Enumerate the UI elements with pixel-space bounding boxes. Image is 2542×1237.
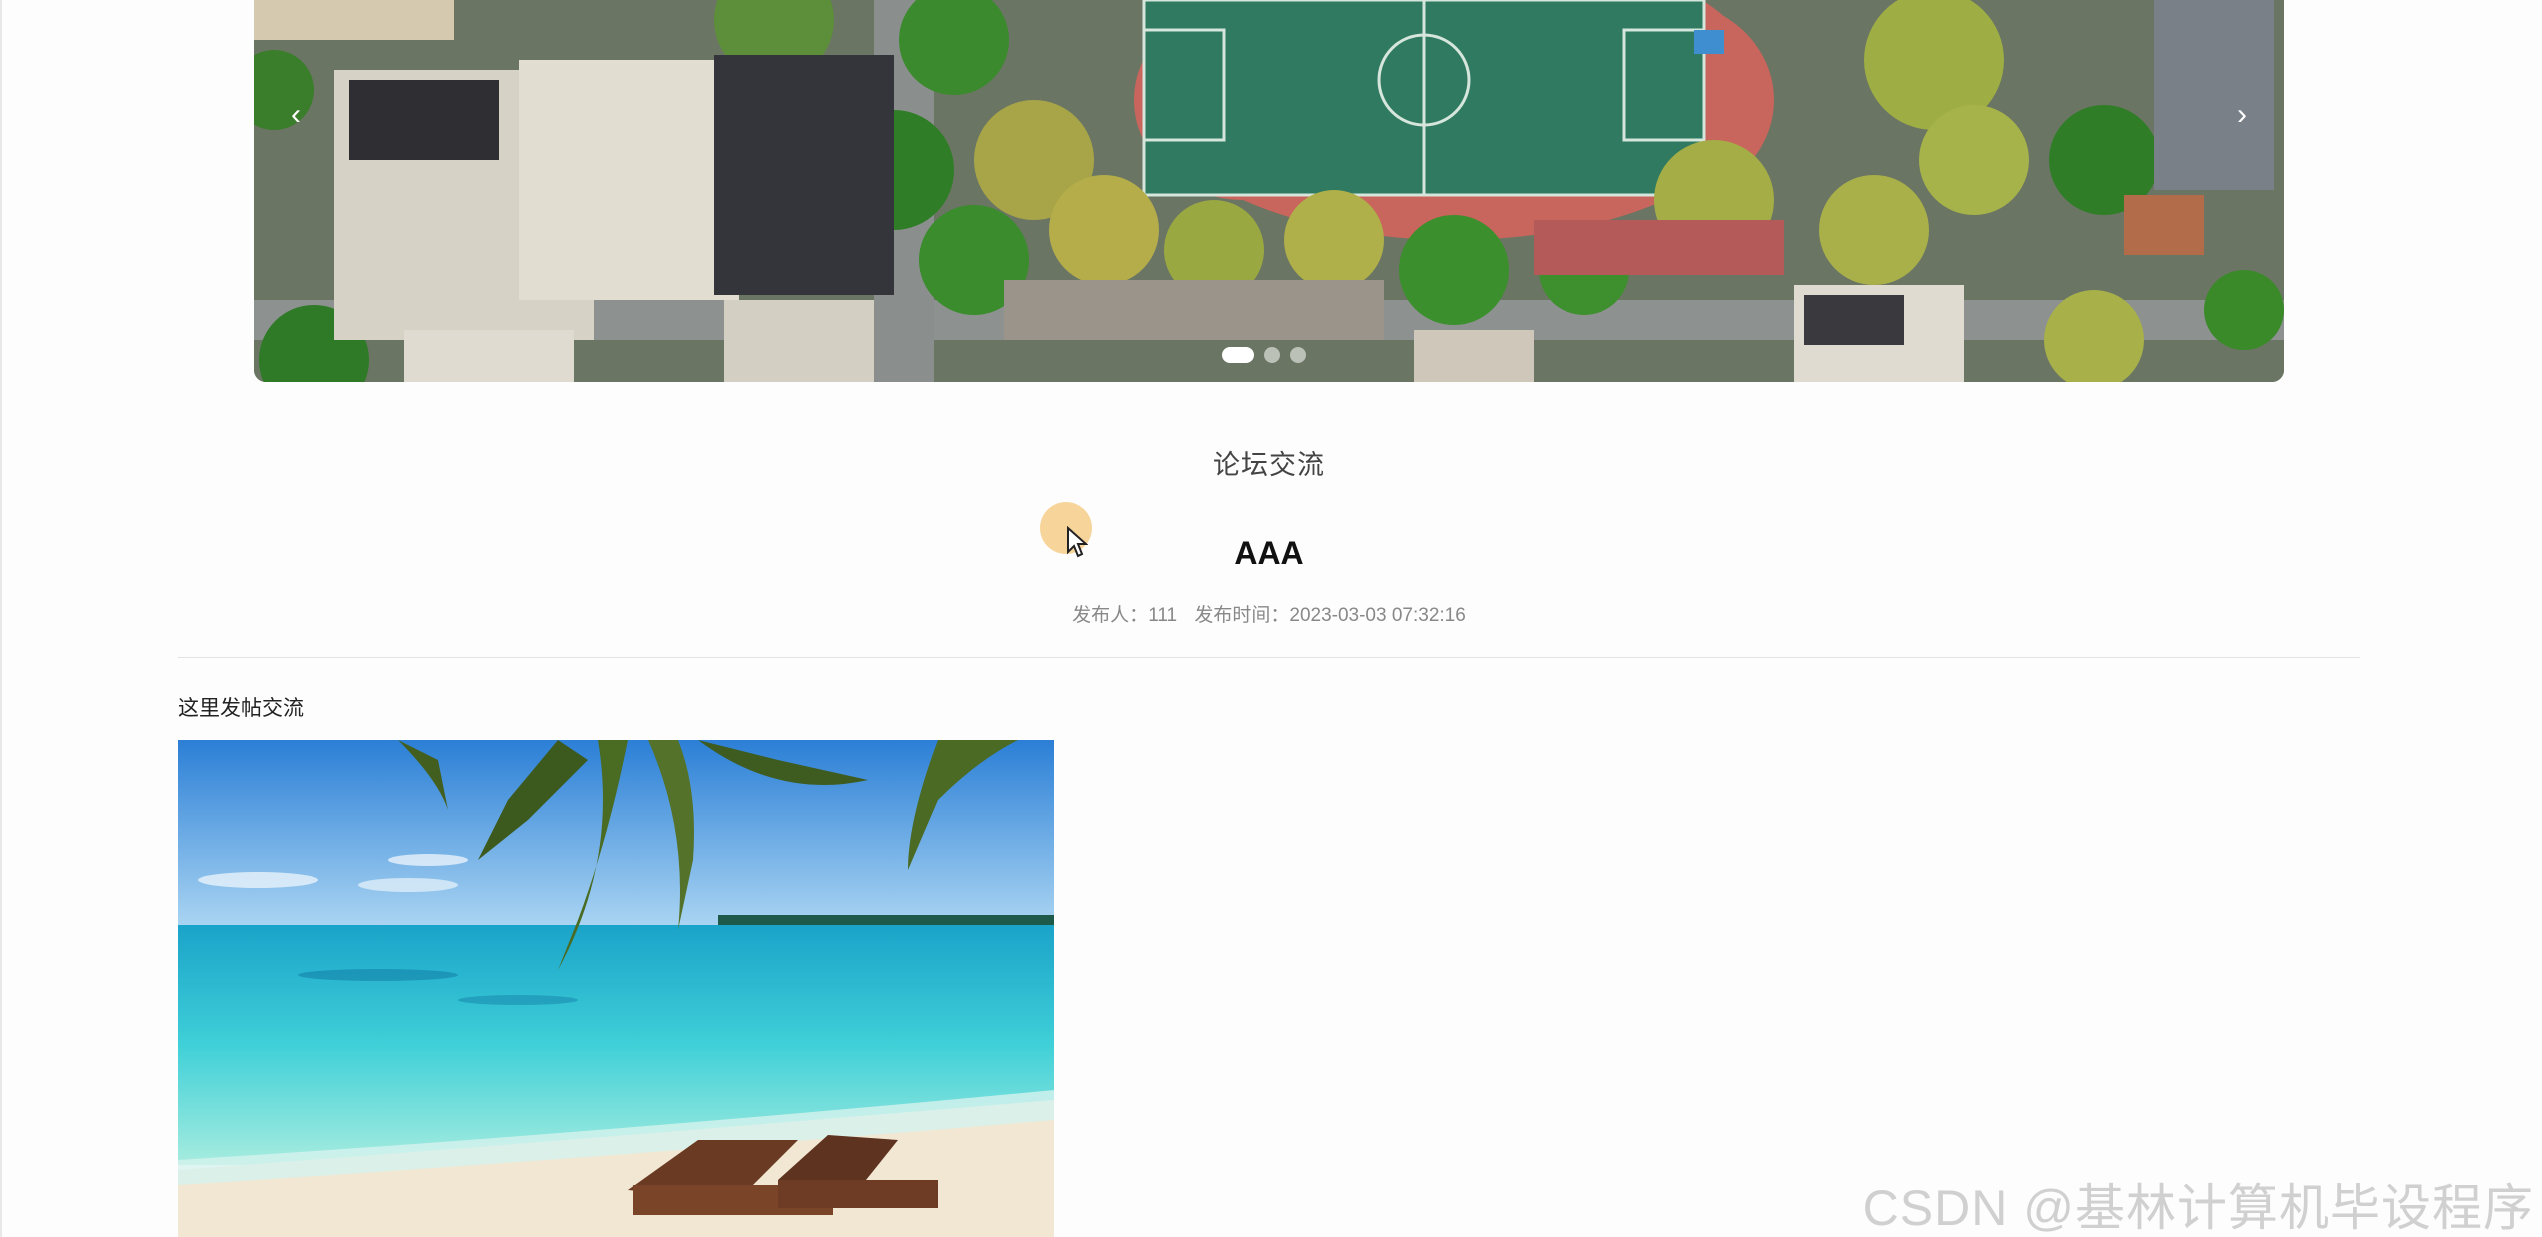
carousel-dot-3[interactable] bbox=[1290, 347, 1306, 363]
page: ‹ › 论坛交流 AAA 发布人：111 发布时间：2023-03-03 07:… bbox=[0, 0, 2542, 1237]
publish-time-value: 2023-03-03 07:32:16 bbox=[1289, 605, 1466, 626]
chevron-left-icon: ‹ bbox=[291, 98, 301, 131]
carousel-dot-2[interactable] bbox=[1264, 347, 1280, 363]
mouse-cursor-icon bbox=[1067, 526, 1088, 558]
campus-aerial-photo bbox=[254, 0, 2284, 382]
carousel-dot-1[interactable] bbox=[1222, 347, 1254, 363]
publish-time-info: 发布时间：2023-03-03 07:32:16 bbox=[1194, 605, 1465, 626]
watermark-text: CSDN @基林计算机毕设程序 bbox=[1862, 1180, 2534, 1236]
beach-palm-photo bbox=[178, 740, 1054, 1237]
publish-time-label: 发布时间： bbox=[1194, 605, 1290, 626]
post-meta: 发布人：111 发布时间：2023-03-03 07:32:16 bbox=[0, 600, 2538, 627]
divider bbox=[178, 657, 2360, 658]
post-body-text: 这里发帖交流 bbox=[178, 697, 304, 720]
publisher-value: 111 bbox=[1148, 605, 1178, 626]
post-image bbox=[178, 740, 1054, 1237]
publisher-info: 发布人：111 bbox=[1072, 605, 1177, 626]
publisher-label: 发布人： bbox=[1072, 605, 1149, 626]
carousel-prev-button[interactable]: ‹ bbox=[276, 95, 316, 135]
banner-carousel[interactable]: ‹ › bbox=[254, 0, 2284, 382]
carousel-indicators bbox=[1222, 347, 1306, 363]
carousel-next-button[interactable]: › bbox=[2222, 95, 2262, 135]
chevron-right-icon: › bbox=[2237, 98, 2247, 131]
post-title: AAA bbox=[1234, 535, 1304, 571]
section-title: 论坛交流 bbox=[1213, 450, 1325, 480]
